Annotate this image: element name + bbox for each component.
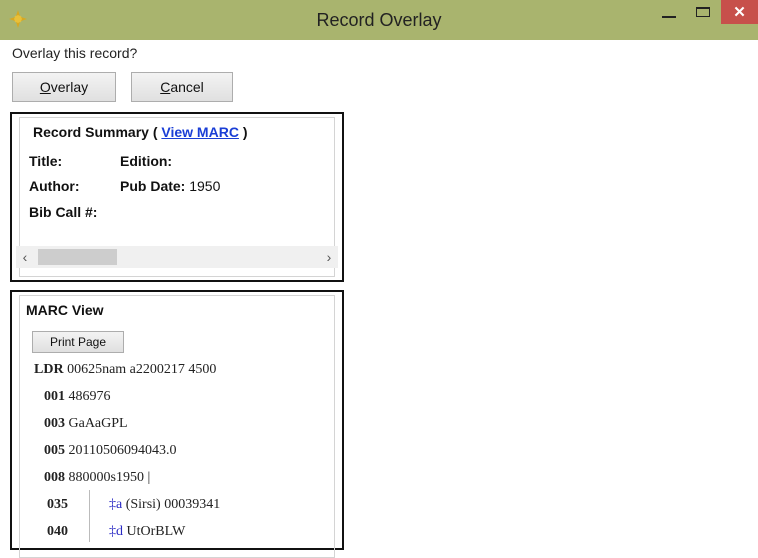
marc-value: 20110506094043.0 bbox=[68, 443, 177, 458]
minimize-button[interactable] bbox=[652, 0, 686, 24]
marc-value: 486976 bbox=[68, 389, 111, 404]
overlay-button[interactable]: Overlay bbox=[12, 72, 116, 102]
marc-tag: 040 bbox=[47, 524, 68, 539]
marc-view-panel: MARC View Print Page LDR 00625nam a22002… bbox=[10, 290, 344, 558]
title-label: Title: bbox=[29, 153, 63, 169]
marc-leader-row: LDR 00625nam a2200217 4500 bbox=[34, 362, 216, 378]
marc-data-row: 035 bbox=[47, 497, 68, 513]
marc-field-divider bbox=[89, 490, 90, 542]
pub-date-label: Pub Date: bbox=[120, 178, 186, 194]
author-field: Author: bbox=[29, 178, 80, 194]
marc-subfield-cell: ‡d UtOrBLW bbox=[109, 524, 185, 540]
close-button[interactable]: ✕ bbox=[721, 0, 758, 24]
record-summary-heading: Record Summary ( View MARC ) bbox=[33, 124, 248, 140]
marc-control-row: 005 20110506094043.0 bbox=[44, 443, 176, 459]
marc-tag: 001 bbox=[44, 389, 65, 404]
marc-tag: 008 bbox=[44, 470, 65, 485]
bib-call-label: Bib Call #: bbox=[29, 204, 98, 220]
overlay-label: verlay bbox=[50, 79, 89, 95]
author-label: Author: bbox=[29, 178, 80, 194]
marc-tag: 003 bbox=[44, 416, 65, 431]
marc-control-row: 008 880000s1950 | bbox=[44, 470, 150, 486]
marc-subfield-cell: ‡a (Sirsi) 00039341 bbox=[109, 497, 220, 513]
open-paren: ( bbox=[152, 124, 158, 140]
close-paren: ) bbox=[242, 124, 248, 140]
maximize-icon bbox=[696, 7, 710, 17]
marc-value: 00625nam a2200217 4500 bbox=[67, 362, 217, 377]
view-marc-link[interactable]: View MARC bbox=[161, 124, 239, 140]
horizontal-scrollbar[interactable]: ‹ › bbox=[16, 246, 338, 268]
title-bar[interactable]: Record Overlay ✕ bbox=[0, 0, 758, 40]
cancel-label: ancel bbox=[170, 79, 204, 95]
marc-view-heading: MARC View bbox=[26, 302, 104, 318]
scroll-left-arrow-icon[interactable]: ‹ bbox=[16, 246, 34, 268]
marc-value: (Sirsi) 00039341 bbox=[125, 497, 221, 512]
pub-date-value: 1950 bbox=[189, 178, 221, 194]
edition-field: Edition: bbox=[120, 153, 172, 169]
scrollbar-thumb[interactable] bbox=[38, 249, 117, 265]
bib-call-field: Bib Call #: bbox=[29, 204, 97, 220]
minimize-icon bbox=[662, 16, 676, 18]
marc-tag: LDR bbox=[34, 362, 64, 377]
marc-subfield-code: ‡a bbox=[109, 497, 123, 512]
marc-value: GaAaGPL bbox=[68, 416, 128, 431]
overlay-mnemonic: O bbox=[39, 79, 51, 95]
cancel-button[interactable]: Cancel bbox=[131, 72, 233, 102]
record-summary-title: Record Summary bbox=[33, 124, 149, 140]
marc-subfield-code: ‡d bbox=[109, 524, 123, 539]
marc-data-row: 040 bbox=[47, 524, 68, 540]
pub-date-field: Pub Date: 1950 bbox=[120, 178, 220, 194]
scroll-right-arrow-icon[interactable]: › bbox=[320, 246, 338, 268]
print-page-button[interactable]: Print Page bbox=[32, 331, 124, 353]
overlay-prompt: Overlay this record? bbox=[12, 45, 138, 61]
marc-tag: 035 bbox=[47, 497, 68, 512]
marc-control-row: 001 486976 bbox=[44, 389, 111, 405]
marc-tag: 005 bbox=[44, 443, 65, 458]
close-icon: ✕ bbox=[733, 4, 746, 21]
title-field: Title: bbox=[29, 153, 62, 169]
marc-value: 880000s1950 | bbox=[68, 470, 151, 485]
edition-label: Edition: bbox=[120, 153, 173, 169]
record-summary-panel: Record Summary ( View MARC ) Title: Edit… bbox=[10, 112, 344, 282]
marc-control-row: 003 GaAaGPL bbox=[44, 416, 128, 432]
window-title: Record Overlay bbox=[316, 10, 442, 30]
marc-value: UtOrBLW bbox=[126, 524, 186, 539]
cancel-mnemonic: C bbox=[160, 79, 171, 95]
maximize-button[interactable] bbox=[686, 0, 720, 24]
